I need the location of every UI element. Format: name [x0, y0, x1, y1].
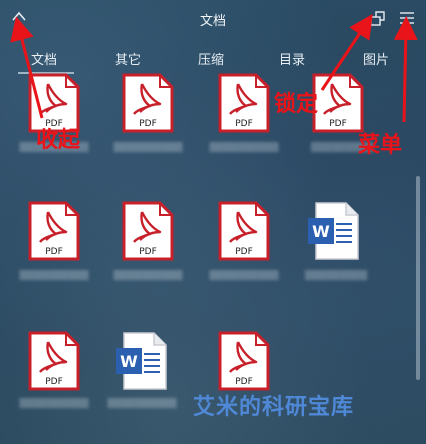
annotation-lock: 锁定 — [274, 92, 319, 117]
lock-button[interactable] — [369, 9, 387, 27]
file-item[interactable]: W — [114, 330, 170, 392]
annotation-menu: 菜单 — [358, 133, 403, 158]
svg-text:PDF: PDF — [235, 119, 253, 129]
svg-text:PDF: PDF — [139, 119, 157, 129]
word-icon: W — [308, 202, 359, 260]
word-icon: W — [116, 332, 167, 390]
file-item[interactable]: W — [306, 200, 362, 262]
file-item[interactable]: PDF — [120, 72, 176, 134]
file-name-blurred: ▒▒▒▒▒▒▒▒▒▒ — [107, 399, 177, 409]
file-name-blurred: ▒▒▒▒▒▒▒▒▒ — [304, 271, 368, 281]
file-item[interactable]: PDF — [310, 72, 366, 134]
file-name-blurred: ▒▒▒▒▒▒▒▒▒▒ — [19, 271, 89, 281]
svg-text:PDF: PDF — [45, 377, 63, 387]
menu-button[interactable] — [398, 9, 416, 27]
svg-text:PDF: PDF — [139, 247, 157, 257]
page-title: 文档 — [199, 14, 226, 29]
top-bar: 文档 — [0, 0, 426, 38]
svg-text:PDF: PDF — [45, 247, 63, 257]
file-item[interactable]: PDF — [26, 200, 82, 262]
tab-documents[interactable]: 文档 — [14, 44, 74, 74]
hamburger-icon — [400, 12, 414, 24]
tab-archives[interactable]: 压缩 — [181, 44, 241, 72]
vertical-scrollbar[interactable] — [416, 176, 420, 380]
watermark-text: 艾米的科研宝库 — [193, 395, 355, 420]
svg-text:PDF: PDF — [329, 119, 347, 129]
file-name-blurred: ▒▒▒▒▒▒▒▒▒▒ — [19, 399, 89, 409]
svg-text:PDF: PDF — [235, 377, 253, 387]
file-item[interactable]: PDF — [216, 200, 272, 262]
svg-text:PDF: PDF — [235, 247, 253, 257]
file-name-blurred: ▒▒▒▒▒▒▒▒▒▒ — [113, 143, 183, 153]
pdf-icon: PDF — [218, 73, 270, 133]
file-item[interactable]: PDF — [26, 330, 82, 392]
file-name-blurred: ▒▒▒▒▒▒▒▒▒▒ — [209, 271, 279, 281]
svg-text:W: W — [312, 222, 330, 241]
arrow-to-menu — [393, 16, 418, 123]
tab-images[interactable]: 图片 — [346, 44, 406, 72]
pdf-icon: PDF — [28, 201, 80, 261]
lock-window-icon — [370, 11, 385, 26]
tab-folders[interactable]: 目录 — [262, 44, 322, 72]
file-name-blurred: ▒▒▒▒▒▒▒▒▒▒ — [209, 143, 279, 153]
pdf-icon: PDF — [122, 73, 174, 133]
file-item[interactable]: PDF — [216, 72, 272, 134]
pdf-icon: PDF — [122, 201, 174, 261]
pdf-icon: PDF — [312, 73, 364, 133]
svg-text:W: W — [120, 352, 138, 371]
category-tabs: 文档 其它 压缩 目录 图片 — [0, 44, 426, 74]
pdf-icon: PDF — [218, 201, 270, 261]
annotation-collapse: 收起 — [36, 128, 81, 153]
file-item[interactable]: PDF — [216, 330, 272, 392]
pdf-icon: PDF — [28, 331, 80, 391]
file-name-blurred: ▒▒▒▒▒▒▒▒▒▒ — [113, 271, 183, 281]
file-item[interactable]: PDF — [120, 200, 176, 262]
tab-other[interactable]: 其它 — [98, 44, 158, 72]
pdf-icon: PDF — [218, 331, 270, 391]
